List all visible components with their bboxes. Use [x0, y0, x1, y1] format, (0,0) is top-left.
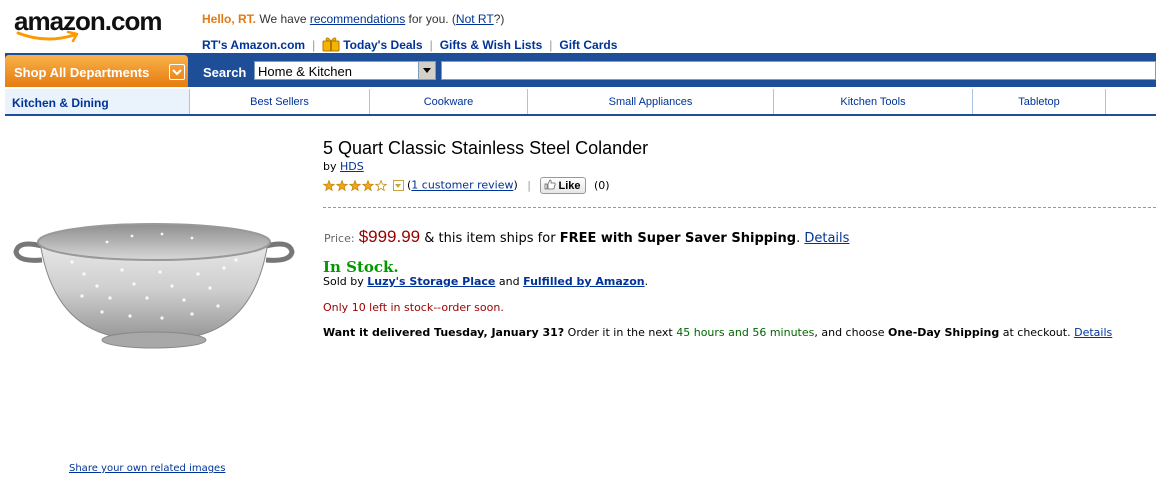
byline: by HDS — [323, 160, 364, 173]
star-filled-icon — [335, 179, 349, 191]
subnav-item-small-appliances[interactable]: Small Appliances — [528, 89, 774, 114]
sold-by-label: Sold by — [323, 275, 368, 288]
shipping-text: & this item ships for — [420, 231, 560, 246]
price-value: $999.99 — [358, 227, 421, 246]
star-empty-icon — [374, 179, 388, 191]
greeting-end: ?) — [493, 12, 505, 26]
subnav-item-best-sellers[interactable]: Best Sellers — [190, 89, 370, 114]
delivery-choose: , and choose — [814, 326, 889, 339]
greeting: Hello, RT. We have recommendations for y… — [202, 12, 504, 26]
search-label: Search — [203, 65, 247, 80]
link-gifts-wish-lists[interactable]: Gifts & Wish Lists — [440, 38, 543, 52]
like-count: (0) — [594, 178, 610, 192]
search-category-select[interactable]: Home & Kitchen — [254, 61, 436, 80]
greeting-for-you: for you. ( — [405, 12, 456, 26]
delivery-question: Want it delivered Tuesday, January 31? — [323, 326, 565, 339]
chevron-down-icon — [169, 64, 185, 80]
category-subnav: Kitchen & Dining Best Sellers Cookware S… — [5, 89, 1156, 116]
delivery-details-link[interactable]: Details — [1074, 326, 1112, 339]
top-links: RT's Amazon.com | Today's Deals | Gifts & Wi… — [202, 36, 617, 52]
search-input[interactable] — [441, 61, 1156, 80]
subnav-item-cookware[interactable]: Cookware — [370, 89, 528, 114]
greeting-hello: Hello, RT. — [202, 12, 257, 26]
brand-link[interactable]: HDS — [340, 160, 364, 173]
shop-all-label: Shop All Departments — [14, 65, 150, 80]
thumbs-up-icon — [545, 179, 557, 190]
sold-by: Sold by Luzy's Storage Place and Fulfill… — [323, 275, 649, 288]
free-shipping-text: FREE with Super Saver Shipping — [559, 231, 797, 246]
delivery-option: One-Day Shipping — [888, 326, 1000, 339]
not-rt-link[interactable]: Not RT — [456, 12, 494, 26]
search-category-value: Home & Kitchen — [258, 64, 352, 79]
delivery-end: at checkout. — [999, 326, 1075, 339]
delivery-mid: Order it in the next — [564, 326, 677, 339]
divider: | — [549, 38, 553, 52]
seller-link[interactable]: Luzy's Storage Place — [367, 275, 495, 288]
divider: | — [429, 38, 433, 52]
amazon-logo[interactable]: amazon.com — [14, 6, 174, 46]
shop-all-departments-button[interactable]: Shop All Departments — [5, 55, 188, 87]
link-todays-deals[interactable]: Today's Deals — [343, 38, 422, 52]
stock-status: In Stock. — [323, 258, 399, 276]
star-filled-icon — [361, 179, 375, 191]
price-label: Price: — [324, 232, 355, 245]
dropdown-arrow-icon[interactable] — [418, 62, 435, 79]
shipping-details-link[interactable]: Details — [804, 231, 849, 246]
like-button[interactable]: Like — [540, 177, 586, 194]
product-image[interactable] — [12, 212, 296, 360]
divider: | — [312, 38, 316, 52]
by-label: by — [323, 160, 340, 173]
delivery-info: Want it delivered Tuesday, January 31? O… — [323, 326, 1112, 339]
customer-review-link[interactable]: 1 customer review — [411, 179, 513, 192]
subnav-current-label: Kitchen & Dining — [12, 96, 109, 110]
share-images-link[interactable]: Share your own related images — [69, 463, 225, 474]
star-filled-icon — [323, 179, 336, 191]
rating-row: (1 customer review) | Like (0) — [323, 177, 610, 195]
like-label: Like — [558, 180, 581, 192]
stock-warning: Only 10 left in stock--order soon. — [323, 301, 504, 314]
link-gift-cards[interactable]: Gift Cards — [559, 38, 617, 52]
sold-by-and: and — [495, 275, 524, 288]
star-filled-icon — [348, 179, 362, 191]
subnav-current-category[interactable]: Kitchen & Dining — [5, 89, 190, 114]
rating-dropdown-icon[interactable] — [393, 180, 404, 191]
price-row: Price: $999.99 & this item ships for FRE… — [324, 227, 850, 246]
subnav-item-tabletop[interactable]: Tabletop — [973, 89, 1106, 114]
fulfilled-by-amazon-link[interactable]: Fulfilled by Amazon — [523, 275, 645, 288]
greeting-mid: We have — [256, 12, 310, 26]
product-title: 5 Quart Classic Stainless Steel Colander — [323, 138, 649, 158]
recommendations-link[interactable]: recommendations — [310, 12, 405, 26]
deals-gift-icon — [322, 37, 340, 52]
star-rating-icon[interactable] — [323, 179, 389, 192]
smile-arrow-icon — [16, 30, 79, 43]
link-your-amazon[interactable]: RT's Amazon.com — [202, 38, 305, 52]
subnav-item-kitchen-tools[interactable]: Kitchen Tools — [774, 89, 973, 114]
divider: | — [527, 178, 531, 192]
delivery-countdown: 45 hours and 56 minutes — [676, 326, 815, 339]
divider-line — [323, 207, 1156, 208]
